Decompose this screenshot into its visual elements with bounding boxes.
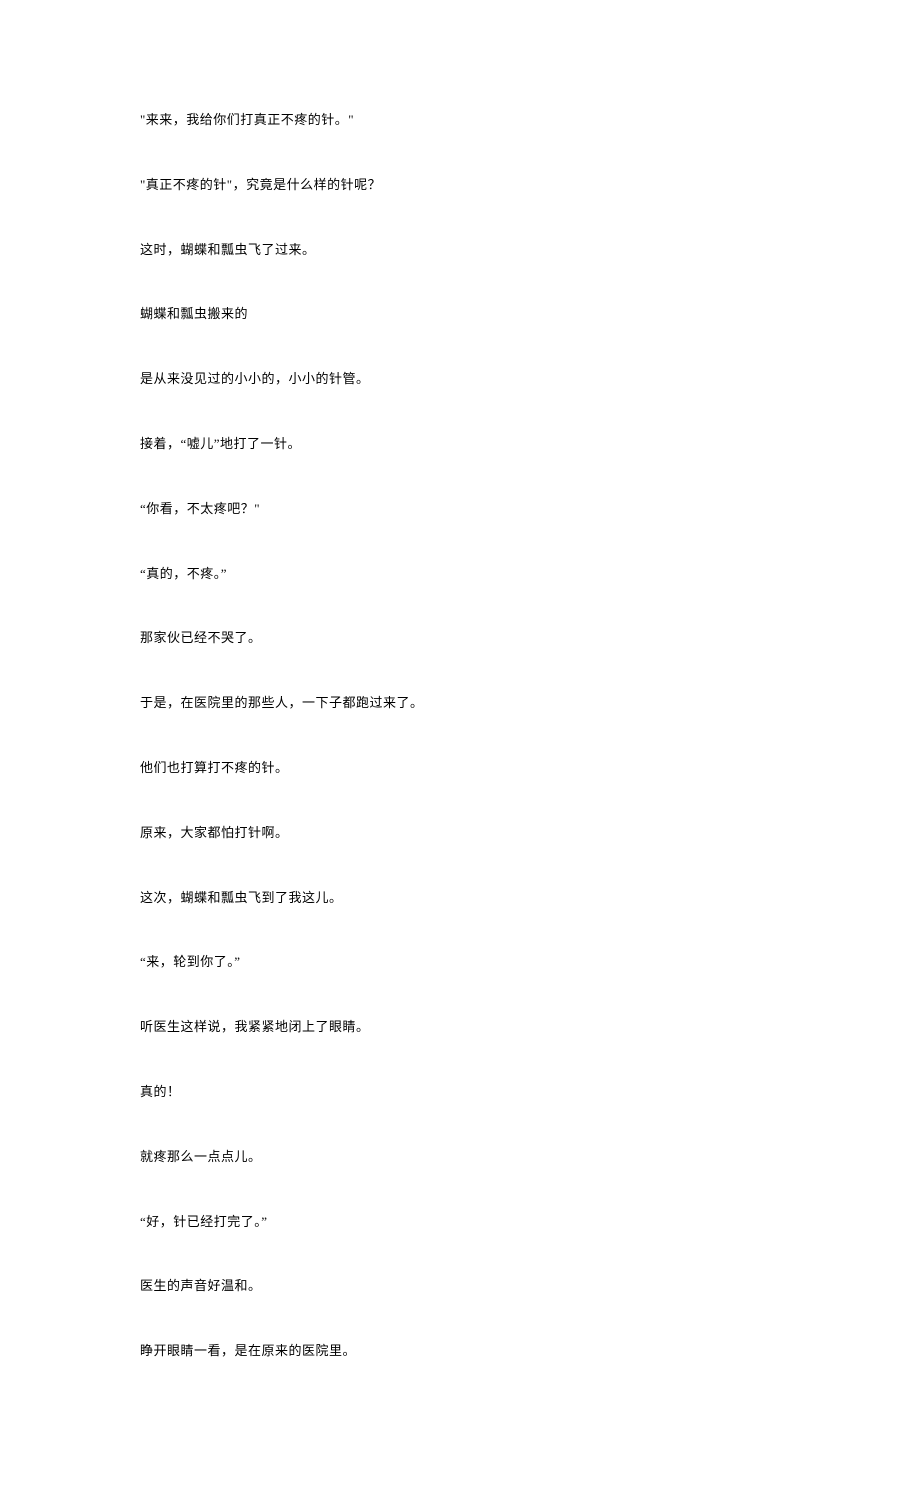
text-line: 于是，在医院里的那些人，一下子都跑过来了。: [140, 693, 780, 714]
text-line: 蝴蝶和瓢虫搬来的: [140, 304, 780, 325]
text-line: 这次，蝴蝶和瓢虫飞到了我这儿。: [140, 888, 780, 909]
text-line: 那家伙已经不哭了。: [140, 628, 780, 649]
text-line: 医生的声音好温和。: [140, 1276, 780, 1297]
text-line: 听医生这样说，我紧紧地闭上了眼睛。: [140, 1017, 780, 1038]
text-line: 真的！: [140, 1082, 780, 1103]
text-line: “来，轮到你了。”: [140, 952, 780, 973]
text-line: 就疼那么一点点儿。: [140, 1147, 780, 1168]
text-line: “真的，不疼。”: [140, 564, 780, 585]
text-line: 他们也打算打不疼的针。: [140, 758, 780, 779]
text-line: 是从来没见过的小小的，小小的针管。: [140, 369, 780, 390]
text-line: 原来，大家都怕打针啊。: [140, 823, 780, 844]
text-line: “好，针已经打完了。”: [140, 1212, 780, 1233]
text-line: "真正不疼的针"，究竟是什么样的针呢？: [140, 175, 780, 196]
document-page: "来来，我给你们打真正不疼的针。" "真正不疼的针"，究竟是什么样的针呢？ 这时…: [0, 0, 920, 1486]
text-line: 接着，“嘘儿”地打了一针。: [140, 434, 780, 455]
text-line: 睁开眼睛一看，是在原来的医院里。: [140, 1341, 780, 1362]
text-line: 这时，蝴蝶和瓢虫飞了过来。: [140, 240, 780, 261]
text-line: “你看，不太疼吧？": [140, 499, 780, 520]
text-line: "来来，我给你们打真正不疼的针。": [140, 110, 780, 131]
